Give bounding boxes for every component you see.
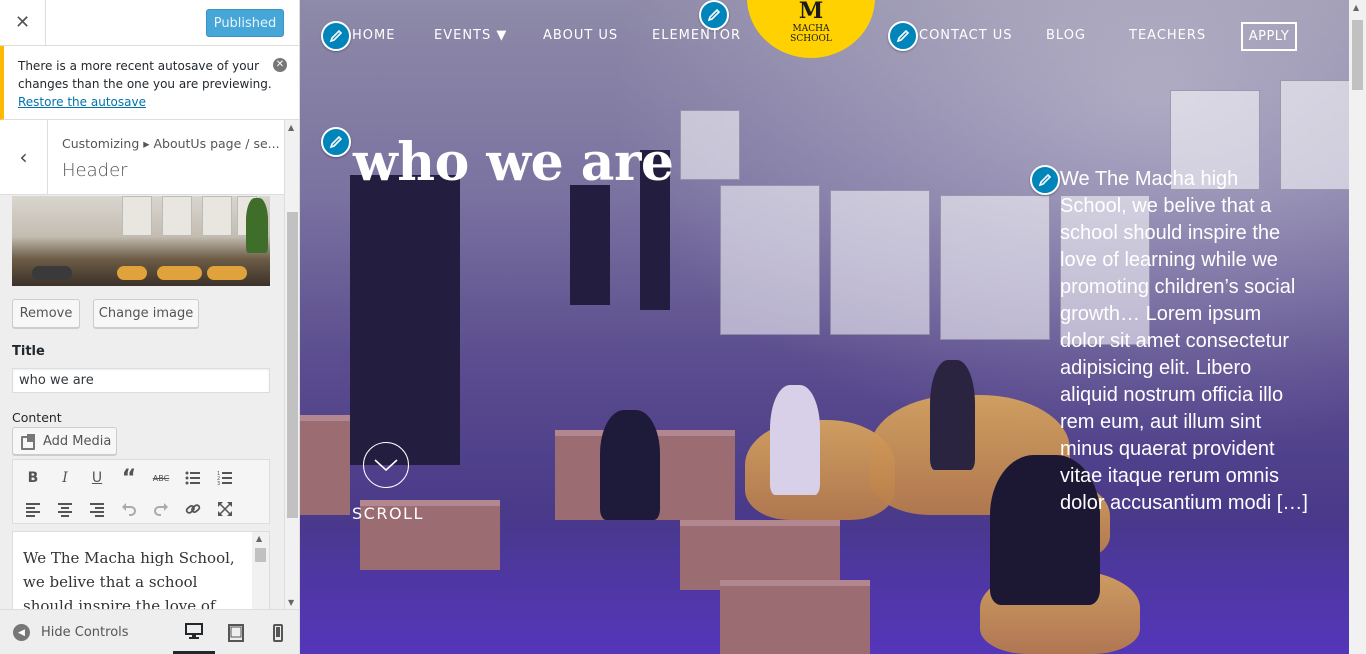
edit-shortcut-contact[interactable]	[888, 21, 918, 51]
add-media-button[interactable]: Add Media	[12, 427, 117, 455]
back-button[interactable]: ‹	[0, 120, 48, 194]
scrollbar-thumb[interactable]	[255, 548, 266, 562]
mobile-preview-button[interactable]	[257, 610, 299, 654]
scroll-up-icon[interactable]: ▲	[1353, 3, 1359, 12]
bold-icon[interactable]: B	[21, 466, 45, 490]
numbered-list-icon[interactable]: 123	[213, 466, 237, 490]
header-image-thumbnail	[12, 196, 270, 286]
logo-line-2: SCHOOL	[790, 34, 832, 44]
nav-home[interactable]: HOME	[352, 28, 395, 43]
content-editor[interactable]: We The Macha high School, we belive that…	[12, 531, 270, 609]
collapse-icon: ◀	[13, 624, 30, 641]
align-left-icon[interactable]	[21, 497, 45, 521]
align-center-icon[interactable]	[53, 497, 77, 521]
edit-shortcut-content[interactable]	[1030, 165, 1060, 195]
blockquote-icon[interactable]: “	[117, 466, 141, 491]
section-title: Header	[62, 160, 128, 181]
bullet-list-icon[interactable]	[181, 466, 205, 490]
remove-image-button[interactable]: Remove	[12, 299, 80, 328]
header-controls-panel: Remove Change image Title Content Add Me…	[0, 196, 284, 609]
pencil-icon	[1038, 173, 1052, 187]
close-icon: ✕	[14, 12, 31, 33]
media-icon	[21, 434, 37, 450]
restore-autosave-link[interactable]: Restore the autosave	[18, 95, 146, 109]
add-media-label: Add Media	[43, 433, 112, 449]
scroll-down-icon[interactable]: ▼	[288, 598, 294, 607]
section-header: ‹ Customizing ▸ AboutUs page / se... Hea…	[0, 120, 284, 195]
site-navigation: HOME EVENTS ▼ ABOUT US ELEMENTOR M MACHA…	[300, 0, 1366, 70]
link-icon[interactable]	[181, 497, 205, 521]
site-logo[interactable]: M MACHA SCHOOL	[747, 0, 875, 58]
fullscreen-icon[interactable]	[213, 497, 237, 521]
chevron-down-icon	[374, 459, 398, 472]
scroll-up-icon[interactable]: ▲	[288, 123, 294, 132]
edit-shortcut-nav[interactable]	[321, 21, 351, 51]
edit-shortcut-elementor[interactable]	[699, 0, 729, 30]
italic-icon[interactable]: I	[53, 466, 77, 490]
autosave-message: There is a more recent autosave of your …	[18, 59, 272, 91]
nav-elementor[interactable]: ELEMENTOR	[652, 28, 741, 43]
logo-line-1: MACHA	[792, 24, 830, 34]
strikethrough-icon[interactable]: ABC	[149, 466, 173, 490]
edit-shortcut-title[interactable]	[321, 127, 351, 157]
svg-text:3: 3	[217, 481, 220, 486]
sidebar-scrollbar[interactable]: ▲ ▼	[284, 120, 299, 609]
customizer-sidebar: ✕ Published There is a more recent autos…	[0, 0, 300, 654]
title-input[interactable]	[12, 368, 270, 393]
hide-controls-label: Hide Controls	[41, 625, 129, 640]
mobile-icon	[273, 623, 283, 642]
close-customizer-button[interactable]: ✕	[0, 0, 46, 45]
desktop-icon	[185, 622, 203, 639]
scrollbar-thumb[interactable]	[1352, 20, 1363, 90]
customizer-footer: ◀ Hide Controls	[0, 609, 299, 654]
hero-description: We The Macha high School, we belive that…	[1060, 168, 1308, 514]
nav-blog[interactable]: BLOG	[1046, 28, 1086, 43]
logo-letter: M	[798, 0, 824, 24]
nav-contact-us[interactable]: CONTACT US	[919, 28, 1013, 43]
chevron-left-icon: ‹	[19, 145, 28, 169]
site-preview: HOME EVENTS ▼ ABOUT US ELEMENTOR M MACHA…	[300, 0, 1366, 654]
autosave-notice: There is a more recent autosave of your …	[0, 46, 299, 120]
tablet-icon	[228, 623, 244, 642]
editor-toolbar: B I U “ ABC 123	[12, 459, 270, 524]
scrollbar-thumb[interactable]	[287, 212, 298, 518]
preview-scrollbar[interactable]: ▲	[1349, 0, 1366, 654]
pencil-icon	[329, 29, 343, 43]
logo-name: MACHA SCHOOL	[747, 24, 875, 44]
title-label: Title	[12, 344, 45, 359]
breadcrumb: Customizing ▸ AboutUs page / se...	[62, 136, 280, 151]
pencil-icon	[707, 8, 721, 22]
change-image-button[interactable]: Change image	[93, 299, 199, 328]
nav-teachers[interactable]: TEACHERS	[1129, 28, 1206, 43]
nav-events[interactable]: EVENTS ▼	[434, 28, 507, 43]
customizer-header: ✕ Published	[0, 0, 299, 46]
pencil-icon	[896, 29, 910, 43]
pencil-icon	[329, 135, 343, 149]
redo-icon[interactable]	[149, 497, 173, 521]
nav-apply-button[interactable]: APPLY	[1241, 22, 1297, 51]
published-button[interactable]: Published	[206, 9, 284, 37]
desktop-preview-button[interactable]	[173, 610, 215, 654]
scroll-label: SCROLL	[352, 504, 424, 523]
tablet-preview-button[interactable]	[215, 610, 257, 654]
hide-controls-button[interactable]: ◀ Hide Controls	[13, 624, 129, 641]
underline-icon[interactable]: U	[85, 466, 109, 490]
editor-scrollbar[interactable]: ▲	[252, 532, 269, 609]
align-right-icon[interactable]	[85, 497, 109, 521]
scroll-up-icon[interactable]: ▲	[256, 534, 262, 543]
dismiss-notice-icon[interactable]: ✕	[273, 58, 287, 72]
scroll-down-button[interactable]	[363, 442, 409, 488]
nav-about-us[interactable]: ABOUT US	[543, 28, 618, 43]
editor-text[interactable]: We The Macha high School, we belive that…	[23, 546, 248, 609]
hero-title: who we are	[353, 132, 674, 193]
undo-icon[interactable]	[117, 497, 141, 521]
content-label: Content	[12, 410, 62, 425]
